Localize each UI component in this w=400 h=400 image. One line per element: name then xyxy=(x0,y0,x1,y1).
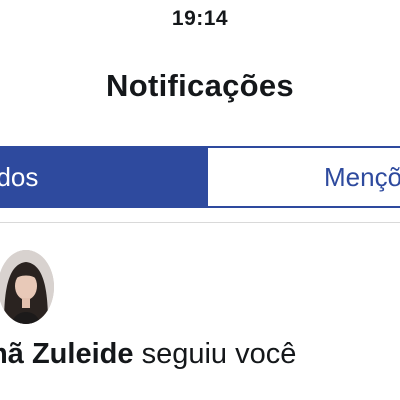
tab-all[interactable]: odos xyxy=(0,148,206,206)
notification-item[interactable]: mã Zuleide seguiu você xyxy=(0,250,400,400)
user-avatar-icon xyxy=(0,250,54,324)
tab-all-label: odos xyxy=(0,161,39,192)
notification-action: seguiu você xyxy=(141,338,297,370)
divider xyxy=(0,222,400,223)
tab-mentions-label: Mençõ xyxy=(324,161,400,192)
avatar[interactable] xyxy=(0,250,54,324)
page-title: Notificações xyxy=(106,68,294,103)
status-bar-time: 19:14 xyxy=(171,7,229,30)
notification-text: mã Zuleide seguiu você xyxy=(0,338,296,371)
notifications-tab-control: odos Mençõ xyxy=(0,146,400,208)
notification-user-name[interactable]: mã Zuleide xyxy=(0,338,134,370)
tab-mentions[interactable]: Mençõ xyxy=(206,148,400,206)
